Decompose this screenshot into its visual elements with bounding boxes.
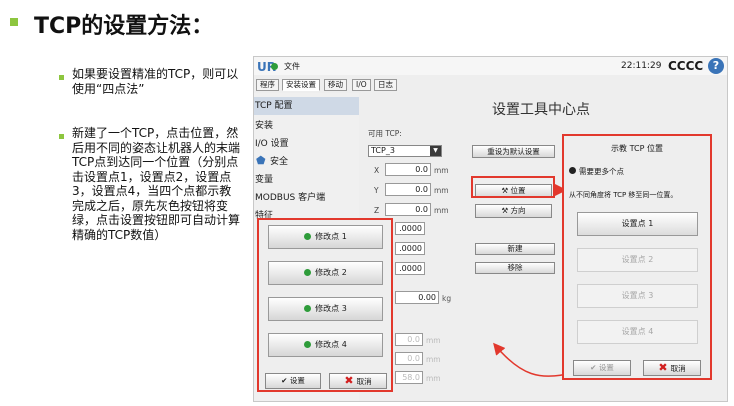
tab-log[interactable]: 日志	[374, 79, 397, 91]
status-dot-icon	[304, 341, 312, 348]
cog-unit-1: mm	[426, 336, 441, 345]
remove-tcp-button[interactable]: 移除	[475, 262, 555, 274]
tab-bar: 程序 安装设置 移动 I/O 日志	[254, 79, 727, 91]
teach-cancel-button[interactable]: ✖ 取消	[643, 360, 701, 376]
sidebar-item-modbus[interactable]: MODBUS 客户端	[254, 190, 359, 203]
reset-default-button[interactable]: 重设为默认设置	[472, 145, 555, 158]
modify-point-4-label: 修改点 4	[315, 340, 347, 349]
modify-point-3-button[interactable]: 修改点 3	[268, 297, 383, 321]
chevron-down-icon: ▼	[430, 146, 441, 156]
payload-field[interactable]: 0.00	[395, 291, 439, 304]
axis-label-x: X	[374, 166, 380, 175]
check-icon: ✔	[281, 376, 290, 385]
modify-cancel-label: 取消	[356, 377, 372, 386]
tcp-select[interactable]: TCP_3 ▼	[368, 145, 442, 157]
modify-set-label: 设置	[289, 376, 305, 385]
modify-point-4-button[interactable]: 修改点 4	[268, 333, 383, 357]
wrench-icon: ⚒	[501, 206, 511, 215]
modify-point-2-label: 修改点 2	[315, 268, 347, 277]
status-dot-icon	[304, 269, 312, 276]
bullet-text-1: 如果要设置精准的TCP，则可以使用“四点法”	[72, 67, 239, 96]
new-tcp-button[interactable]: 新建	[475, 243, 555, 255]
status-dot-icon	[569, 167, 576, 174]
tab-program[interactable]: 程序	[256, 79, 279, 91]
top-bar: UR 文件 22:11:29 CCCC ?	[254, 57, 727, 75]
need-more-label: 需要更多个点	[579, 167, 624, 176]
need-more-points: 需要更多个点	[569, 166, 624, 177]
available-tcp-label: 可用 TCP:	[368, 129, 402, 138]
cog-unit-2: mm	[426, 355, 441, 364]
tab-installation[interactable]: 安装设置	[282, 79, 320, 91]
sidebar-item-safety[interactable]: ⬟ 安全	[254, 154, 359, 167]
close-icon: ✖	[658, 361, 668, 374]
title-bullet-icon	[10, 18, 18, 26]
modify-point-2-button[interactable]: 修改点 2	[268, 261, 383, 285]
axis-label-y: Y	[374, 186, 379, 195]
modify-set-button[interactable]: ✔ 设置	[265, 373, 321, 389]
orientation-button-label: 方向	[510, 206, 526, 215]
bullet-icon	[59, 134, 64, 139]
sidebar-item-variables[interactable]: 变量	[254, 172, 359, 185]
file-menu[interactable]: 文件	[284, 61, 300, 72]
set-point-4-button[interactable]: 设置点 4	[577, 320, 698, 344]
tcp-z-field[interactable]: 0.0	[385, 203, 431, 216]
teach-tcp-panel: 示教 TCP 位置 需要更多个点 从不同角度将 TCP 移至同一位置。 设置点 …	[562, 134, 712, 380]
close-icon: ✖	[344, 374, 354, 387]
sidebar-item-io[interactable]: I/O 设置	[254, 136, 359, 149]
position-highlight-box	[471, 176, 555, 198]
rotation-field-3[interactable]: .0000	[395, 262, 425, 275]
bullet-icon	[59, 75, 64, 80]
status-dot-icon	[271, 63, 278, 70]
modify-point-1-label: 修改点 1	[315, 232, 347, 241]
modify-point-3-label: 修改点 3	[315, 304, 347, 313]
cog-unit-3: mm	[426, 374, 441, 383]
rotation-field-2[interactable]: .0000	[395, 242, 425, 255]
cog-field-1[interactable]: 0.0	[395, 333, 423, 346]
set-point-3-button[interactable]: 设置点 3	[577, 284, 698, 308]
unit-z: mm	[434, 206, 449, 215]
modify-cancel-button[interactable]: ✖ 取消	[329, 373, 387, 389]
help-icon[interactable]: ?	[708, 58, 724, 74]
orientation-button[interactable]: ⚒ 方向	[475, 204, 552, 218]
payload-unit: kg	[442, 294, 452, 303]
cog-field-2[interactable]: 0.0	[395, 352, 423, 365]
tab-move[interactable]: 移动	[324, 79, 347, 91]
slide-title: TCP的设置方法：	[34, 14, 214, 39]
page-title: 设置工具中心点	[492, 102, 590, 118]
unit-x: mm	[434, 166, 449, 175]
modify-points-panel: 修改点 1 修改点 2 修改点 3 修改点 4 ✔ 设置 ✖ 取消	[257, 218, 393, 392]
set-point-2-button[interactable]: 设置点 2	[577, 248, 698, 272]
sidebar-item-mounting[interactable]: 安装	[254, 118, 359, 131]
check-icon: ✔	[590, 363, 599, 372]
robot-name: CCCC	[668, 59, 704, 73]
tcp-select-value: TCP_3	[371, 146, 395, 155]
teach-panel-title: 示教 TCP 位置	[611, 144, 663, 153]
clock: 22:11:29	[621, 61, 662, 71]
teach-instruction: 从不同角度将 TCP 移至同一位置。	[569, 191, 678, 199]
sidebar-item-tcp[interactable]: TCP 配置	[254, 97, 359, 115]
axis-label-z: Z	[374, 206, 380, 215]
rotation-field-1[interactable]: .0000	[395, 222, 425, 235]
set-point-1-button[interactable]: 设置点 1	[577, 212, 698, 236]
cog-field-3[interactable]: 58.0	[395, 371, 423, 384]
teach-set-button[interactable]: ✔ 设置	[573, 360, 631, 376]
modify-point-1-button[interactable]: 修改点 1	[268, 225, 383, 249]
sidebar-item-label: 安全	[270, 157, 289, 167]
teach-cancel-label: 取消	[670, 364, 686, 373]
status-dot-icon	[304, 233, 312, 240]
bullet-text-2: 新建了一个TCP，点击位置，然后用不同的姿态让机器人的末端TCP点到达同一个位置…	[72, 126, 241, 242]
status-dot-icon	[304, 305, 312, 312]
unit-y: mm	[434, 186, 449, 195]
tcp-y-field[interactable]: 0.0	[385, 183, 431, 196]
tcp-x-field[interactable]: 0.0	[385, 163, 431, 176]
teach-set-label: 设置	[598, 363, 614, 372]
tab-io[interactable]: I/O	[352, 79, 371, 91]
shield-icon: ⬟	[256, 154, 266, 167]
